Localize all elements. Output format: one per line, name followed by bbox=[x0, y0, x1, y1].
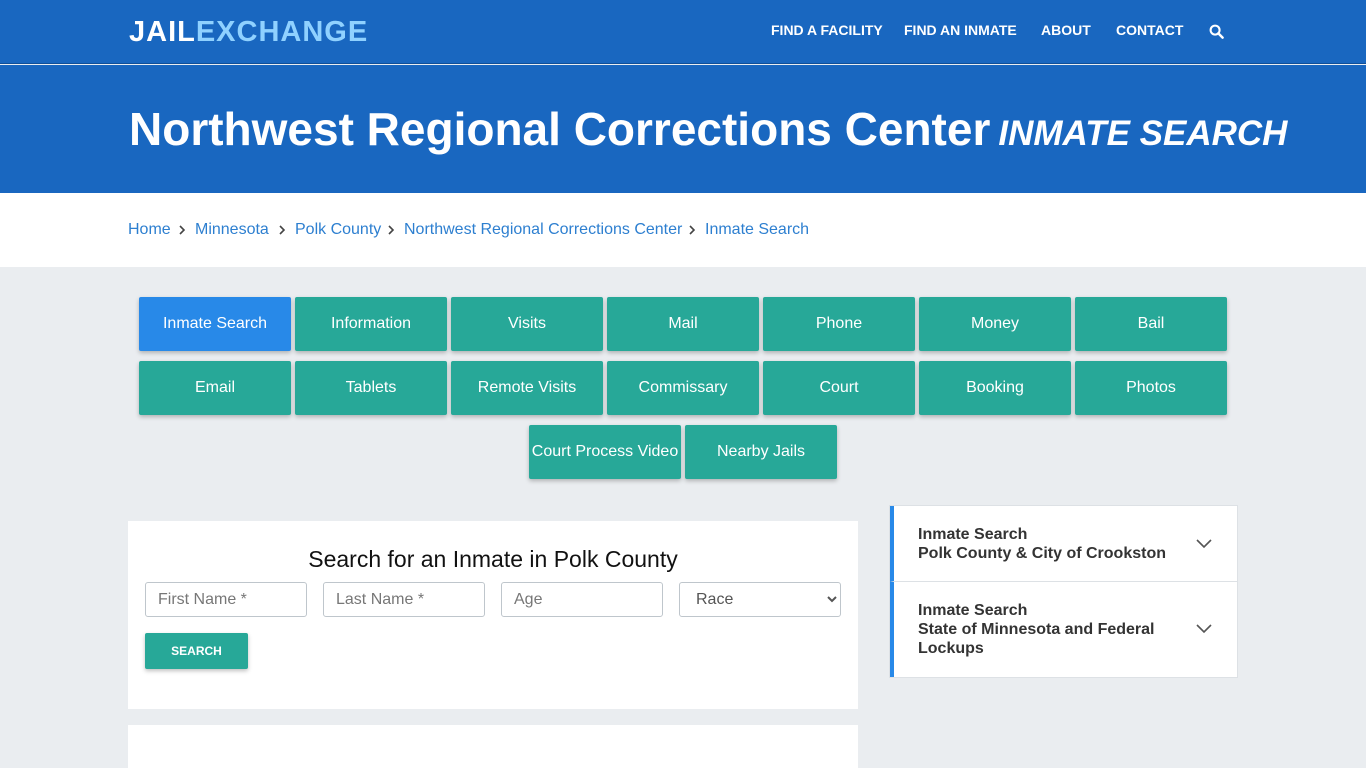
chevron-right-icon bbox=[689, 225, 696, 235]
tab-bail[interactable]: Bail bbox=[1075, 297, 1227, 351]
accordion-line: Polk County & City of Crookston bbox=[918, 545, 1166, 562]
top-navbar: JAILEXCHANGE FIND A FACILITY FIND AN INM… bbox=[0, 0, 1366, 64]
inmate-search-card: Search for an Inmate in Polk County Race… bbox=[128, 521, 858, 709]
breadcrumb-home[interactable]: Home bbox=[128, 221, 171, 239]
facility-name: Northwest Regional Corrections Center bbox=[129, 103, 991, 155]
search-heading: Search for an Inmate in Polk County bbox=[308, 546, 678, 572]
age-input[interactable] bbox=[501, 582, 663, 617]
chevron-down-icon[interactable] bbox=[1196, 539, 1212, 549]
accordion-line: Inmate Search bbox=[918, 526, 1028, 543]
tab-phone[interactable]: Phone bbox=[763, 297, 915, 351]
chevron-down-icon[interactable] bbox=[1196, 624, 1212, 634]
search-icon[interactable] bbox=[1209, 24, 1224, 39]
tab-nearby-jails[interactable]: Nearby Jails bbox=[685, 425, 837, 479]
content-card bbox=[128, 725, 858, 768]
hero-banner: Northwest Regional Corrections Center INM… bbox=[0, 65, 1366, 193]
tab-court[interactable]: Court bbox=[763, 361, 915, 415]
tab-email[interactable]: Email bbox=[139, 361, 291, 415]
accordion-line: Inmate Search bbox=[918, 602, 1028, 619]
page-title: Northwest Regional Corrections Center INM… bbox=[129, 102, 1287, 156]
accordion-line: State of Minnesota and Federal bbox=[918, 621, 1155, 638]
sidebar-accordion: Inmate Search Polk County & City of Croo… bbox=[889, 505, 1238, 678]
tab-visits[interactable]: Visits bbox=[451, 297, 603, 351]
nav-about[interactable]: ABOUT bbox=[1041, 22, 1091, 38]
first-name-input[interactable] bbox=[145, 582, 307, 617]
search-button[interactable]: SEARCH bbox=[145, 633, 248, 669]
chevron-right-icon bbox=[388, 225, 395, 235]
accordion-title: Inmate Search State of Minnesota and Fed… bbox=[918, 601, 1154, 658]
breadcrumb: Home Minnesota Polk County Northwest Reg… bbox=[0, 193, 1366, 267]
chevron-right-icon bbox=[279, 225, 286, 235]
tab-inmate-search[interactable]: Inmate Search bbox=[139, 297, 291, 351]
tab-court-process-video[interactable]: Court Process Video bbox=[529, 425, 681, 479]
main-nav: FIND A FACILITY FIND AN INMATE ABOUT CON… bbox=[0, 22, 1366, 42]
accordion-polk-county[interactable]: Inmate Search Polk County & City of Croo… bbox=[890, 506, 1237, 582]
accordion-line: Lockups bbox=[918, 640, 984, 657]
tab-remote-visits[interactable]: Remote Visits bbox=[451, 361, 603, 415]
tab-money[interactable]: Money bbox=[919, 297, 1071, 351]
race-select[interactable]: Race bbox=[679, 582, 841, 617]
tab-tablets[interactable]: Tablets bbox=[295, 361, 447, 415]
breadcrumb-minnesota[interactable]: Minnesota bbox=[195, 221, 269, 239]
tab-booking[interactable]: Booking bbox=[919, 361, 1071, 415]
nav-find-facility[interactable]: FIND A FACILITY bbox=[771, 22, 883, 38]
breadcrumb-facility[interactable]: Northwest Regional Corrections Center bbox=[404, 221, 682, 239]
nav-contact[interactable]: CONTACT bbox=[1116, 22, 1183, 38]
breadcrumb-polk-county[interactable]: Polk County bbox=[295, 221, 381, 239]
tab-mail[interactable]: Mail bbox=[607, 297, 759, 351]
tab-commissary[interactable]: Commissary bbox=[607, 361, 759, 415]
chevron-right-icon bbox=[179, 225, 186, 235]
breadcrumb-inmate-search[interactable]: Inmate Search bbox=[705, 221, 809, 239]
accordion-state-federal[interactable]: Inmate Search State of Minnesota and Fed… bbox=[890, 582, 1237, 677]
nav-find-inmate[interactable]: FIND AN INMATE bbox=[904, 22, 1017, 38]
page-subtitle: INMATE SEARCH bbox=[998, 114, 1288, 153]
last-name-input[interactable] bbox=[323, 582, 485, 617]
accordion-title: Inmate Search Polk County & City of Croo… bbox=[918, 525, 1166, 563]
tab-information[interactable]: Information bbox=[295, 297, 447, 351]
tab-photos[interactable]: Photos bbox=[1075, 361, 1227, 415]
